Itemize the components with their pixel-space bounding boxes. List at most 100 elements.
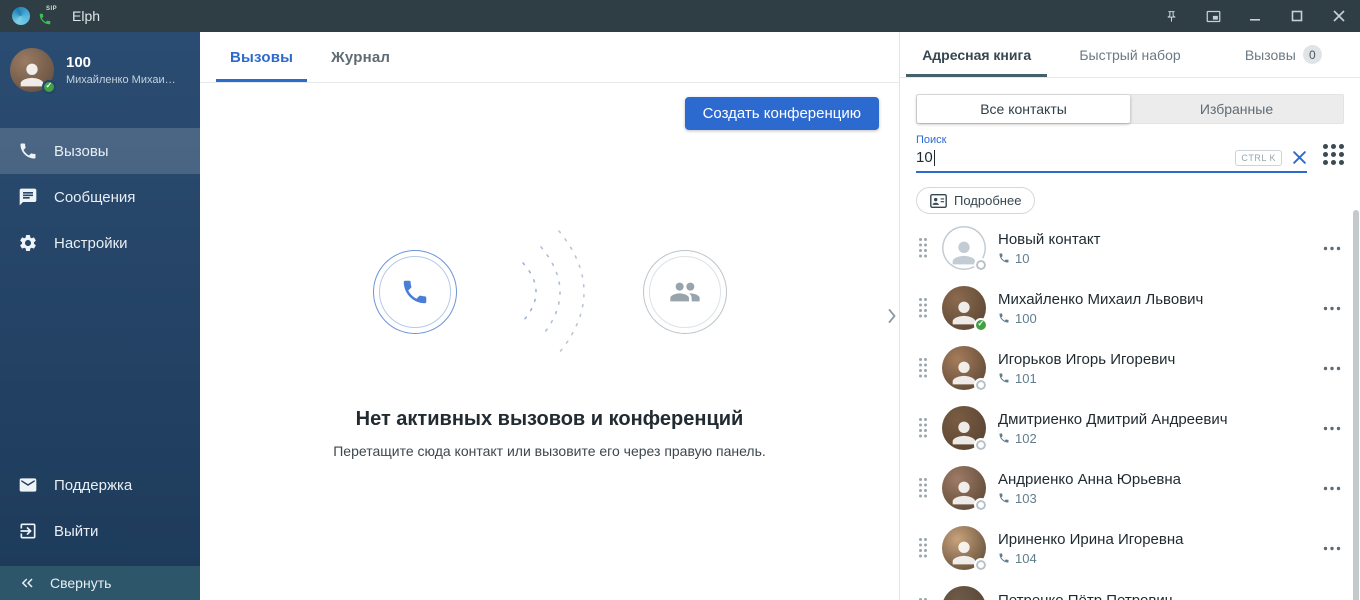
contact-name: Игорьков Игорь Игоревич bbox=[998, 351, 1318, 368]
contact-avatar bbox=[942, 286, 986, 330]
more-button[interactable] bbox=[1318, 306, 1346, 311]
search-value: 10 bbox=[916, 149, 933, 166]
create-conference-button[interactable]: Создать конференцию bbox=[685, 97, 879, 130]
shortcut-badge: CTRL K bbox=[1235, 150, 1282, 166]
profile-extension: 100 bbox=[66, 54, 190, 71]
collapse-right-panel-button[interactable] bbox=[885, 303, 899, 329]
minimize-icon[interactable] bbox=[1246, 7, 1264, 25]
status-badge bbox=[974, 318, 988, 332]
more-button[interactable] bbox=[1318, 546, 1346, 551]
phone-small-icon bbox=[998, 432, 1010, 444]
titlebar: SIP Elph bbox=[0, 0, 1360, 32]
contact-avatar bbox=[942, 586, 986, 600]
window-controls bbox=[1162, 7, 1348, 25]
contact-row[interactable]: Дмитриенко Дмитрий Андреевич 102 bbox=[900, 398, 1360, 458]
contact-info: Ириненко Ирина Игоревна 104 bbox=[998, 531, 1318, 566]
empty-state-graphics bbox=[373, 216, 727, 368]
phone-small-icon bbox=[998, 372, 1010, 384]
contact-name: Михайленко Михаил Львович bbox=[998, 291, 1318, 308]
tab-address-book[interactable]: Адресная книга bbox=[900, 32, 1053, 77]
profile-block[interactable]: 100 Михайленко Михаи… bbox=[0, 32, 200, 104]
contact-name: Новый контакт bbox=[998, 231, 1318, 248]
titlebar-left: SIP Elph bbox=[12, 6, 100, 26]
main-tabs: Вызовы Журнал bbox=[200, 32, 899, 83]
search-input[interactable]: Поиск 10 CTRL K bbox=[916, 134, 1307, 173]
contact-row[interactable]: Новый контакт 10 bbox=[900, 218, 1360, 278]
pip-icon[interactable] bbox=[1204, 7, 1222, 25]
sip-phone-icon: SIP bbox=[38, 6, 62, 26]
search-label: Поиск bbox=[916, 134, 1307, 146]
main-area: Вызовы Журнал Создать конференцию bbox=[200, 32, 900, 600]
more-button[interactable] bbox=[1318, 366, 1346, 371]
contact-list: Новый контакт 10 Михайленко Михаил Львов… bbox=[900, 218, 1360, 600]
close-icon[interactable] bbox=[1330, 7, 1348, 25]
pin-icon[interactable] bbox=[1162, 7, 1180, 25]
tab-label: Вызовы bbox=[230, 49, 293, 66]
more-button[interactable] bbox=[1318, 426, 1346, 431]
contact-number: 104 bbox=[1015, 551, 1037, 566]
tab-calls-count[interactable]: Вызовы 0 bbox=[1207, 32, 1360, 77]
contact-info: Петренко Пётр Петрович bbox=[998, 592, 1318, 600]
contact-row[interactable]: Петренко Пётр Петрович bbox=[900, 578, 1360, 600]
tab-journal[interactable]: Журнал bbox=[317, 32, 404, 82]
segment-all-contacts[interactable]: Все контакты bbox=[917, 95, 1130, 123]
sidebar-item-calls[interactable]: Вызовы bbox=[0, 128, 200, 174]
sidebar-item-messages[interactable]: Сообщения bbox=[0, 174, 200, 220]
contact-number-row: 100 bbox=[998, 311, 1318, 326]
contact-number: 10 bbox=[1015, 251, 1029, 266]
sidebar-item-label: Настройки bbox=[54, 235, 128, 252]
drag-handle-icon[interactable] bbox=[918, 477, 930, 499]
collapse-sidebar-button[interactable]: Свернуть bbox=[0, 566, 200, 600]
drag-handle-icon[interactable] bbox=[918, 357, 930, 379]
contact-row[interactable]: Ириненко Ирина Игоревна 104 bbox=[900, 518, 1360, 578]
logout-icon bbox=[18, 521, 38, 541]
tab-label: Адресная книга bbox=[922, 47, 1031, 63]
contact-row[interactable]: Андриенко Анна Юрьевна 103 bbox=[900, 458, 1360, 518]
contact-avatar bbox=[942, 466, 986, 510]
dialpad-icon[interactable] bbox=[1323, 144, 1344, 173]
contact-name: Ириненко Ирина Игоревна bbox=[998, 531, 1318, 548]
scrollbar-thumb[interactable] bbox=[1353, 210, 1359, 600]
status-badge bbox=[974, 258, 988, 272]
sidebar-item-logout[interactable]: Выйти bbox=[0, 508, 200, 554]
details-button[interactable]: Подробнее bbox=[916, 187, 1035, 214]
chevron-right-icon bbox=[888, 309, 896, 323]
more-button[interactable] bbox=[1318, 246, 1346, 251]
app-logo-icon bbox=[12, 7, 30, 25]
tab-calls[interactable]: Вызовы bbox=[216, 32, 307, 82]
app-body: 100 Михайленко Михаи… Вызовы Сообщения Н… bbox=[0, 32, 1360, 600]
contact-row[interactable]: Игорьков Игорь Игоревич 101 bbox=[900, 338, 1360, 398]
clear-search-icon[interactable] bbox=[1292, 150, 1307, 165]
drag-handle-icon[interactable] bbox=[918, 417, 930, 439]
text-caret bbox=[934, 150, 935, 166]
contact-number-row: 10 bbox=[998, 251, 1318, 266]
contact-info: Андриенко Анна Юрьевна 103 bbox=[998, 471, 1318, 506]
drag-handle-icon[interactable] bbox=[918, 297, 930, 319]
tab-speed-dial[interactable]: Быстрый набор bbox=[1053, 32, 1206, 77]
empty-state: Нет активных вызовов и конференций Перет… bbox=[200, 216, 899, 459]
contact-number-row: 104 bbox=[998, 551, 1318, 566]
status-badge bbox=[974, 558, 988, 572]
details-button-label: Подробнее bbox=[954, 193, 1021, 208]
segment-favorites[interactable]: Избранные bbox=[1130, 95, 1343, 123]
contact-row[interactable]: Михайленко Михаил Львович 100 bbox=[900, 278, 1360, 338]
maximize-icon[interactable] bbox=[1288, 7, 1306, 25]
sidebar-bottom: Поддержка Выйти bbox=[0, 462, 200, 554]
sidebar-item-label: Поддержка bbox=[54, 477, 132, 494]
sidebar-item-label: Сообщения bbox=[54, 189, 135, 206]
contact-info: Дмитриенко Дмитрий Андреевич 102 bbox=[998, 411, 1318, 446]
phone-small-icon bbox=[998, 492, 1010, 504]
app-window: SIP Elph bbox=[0, 0, 1360, 600]
sidebar-nav: Вызовы Сообщения Настройки bbox=[0, 128, 200, 266]
status-badge bbox=[974, 378, 988, 392]
contact-number: 100 bbox=[1015, 311, 1037, 326]
contact-number: 102 bbox=[1015, 431, 1037, 446]
sidebar-item-support[interactable]: Поддержка bbox=[0, 462, 200, 508]
sidebar-item-settings[interactable]: Настройки bbox=[0, 220, 200, 266]
drag-handle-icon[interactable] bbox=[918, 237, 930, 259]
contact-card-icon bbox=[930, 194, 947, 208]
conference-button-row: Создать конференцию bbox=[200, 83, 899, 136]
contact-name: Петренко Пётр Петрович bbox=[998, 592, 1318, 600]
drag-handle-icon[interactable] bbox=[918, 537, 930, 559]
more-button[interactable] bbox=[1318, 486, 1346, 491]
